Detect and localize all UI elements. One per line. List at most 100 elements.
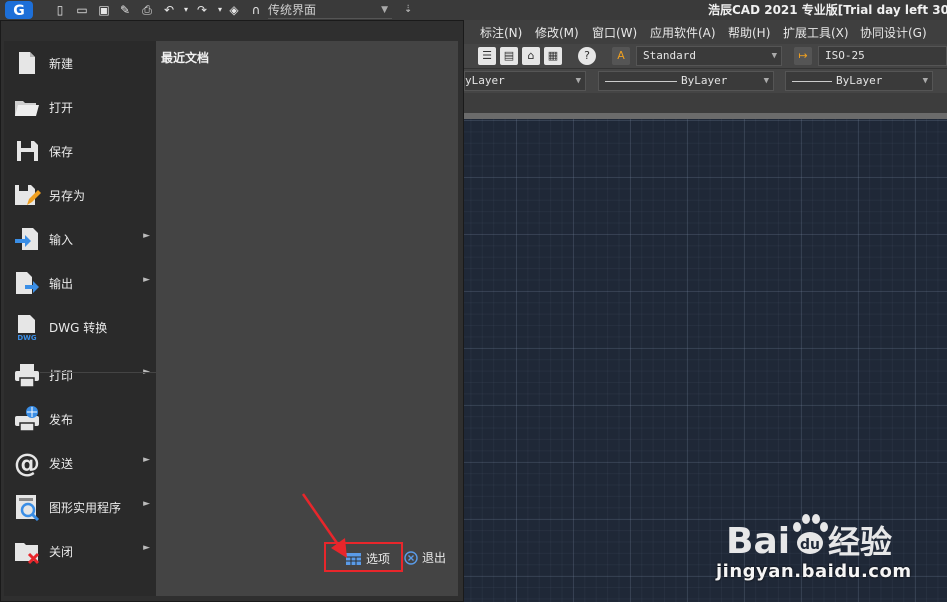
menu-import-label: 输入 (49, 233, 74, 247)
redo-icon[interactable]: ↷ (194, 2, 210, 18)
export-icon (16, 272, 39, 294)
menu-modify[interactable]: 修改(M) (535, 24, 579, 41)
properties-toolbar: yLayer ▼ ByLayer ▼ ByLayer ▼ (464, 69, 947, 93)
new-file-icon (19, 52, 35, 74)
open-folder-icon (15, 101, 39, 116)
workspace-icon[interactable]: ∩ (248, 2, 264, 18)
menu-new[interactable]: 新建 (4, 41, 156, 85)
linetype-value: ByLayer (681, 74, 728, 87)
dimension-style-icon[interactable]: ↦ (794, 47, 812, 65)
menu-save-as-label: 另存为 (49, 189, 86, 203)
tool-palette-icon[interactable]: ⌂ (522, 47, 540, 65)
menu-print[interactable]: 打印 ► (4, 353, 156, 397)
annotation-arrow (301, 493, 347, 558)
menu-window[interactable]: 窗口(W) (592, 24, 637, 41)
save-as-icon[interactable]: ✎ (117, 2, 133, 18)
exit-label: 退出 (422, 551, 447, 565)
svg-text:G: G (13, 3, 25, 19)
chevron-down-icon: ▼ (763, 76, 769, 86)
save-icon[interactable]: ▣ (96, 2, 112, 18)
lineweight-value: ByLayer (836, 74, 883, 87)
svg-text:@: @ (14, 449, 40, 477)
app-menu-list: 新建 打开 保存 另存为 输入 ► 输出 ► DWG DWG 转换 打印 发布 … (4, 41, 156, 596)
design-center-icon[interactable]: ▤ (500, 47, 518, 65)
menu-dwg-convert-label: DWG 转换 (49, 321, 108, 335)
menu-new-label: 新建 (49, 57, 74, 71)
open-icon[interactable]: ▭ (74, 2, 90, 18)
menu-divider (40, 372, 156, 373)
menu-open[interactable]: 打开 (4, 85, 156, 129)
chevron-right-icon: ► (143, 455, 150, 465)
svg-text:du: du (800, 537, 820, 553)
text-style-icon[interactable]: A (612, 47, 630, 65)
exit-icon (404, 551, 418, 565)
text-style-select[interactable]: Standard ▼ (636, 46, 782, 66)
menu-publish-label: 发布 (49, 413, 74, 427)
standard-toolbar: ☰ ▤ ⌂ ▦ ? A Standard ▼ ↦ ISO-25 (464, 44, 947, 69)
chevron-down-icon: ▼ (922, 76, 928, 86)
layers-icon[interactable]: ◈ (226, 2, 242, 18)
import-icon (15, 228, 38, 250)
title-bar: G ▯ ▭ ▣ ✎ ⎙ ↶ ▾ ↷ ▾ ◈ ∩ 传统界面 ▼ ⇣ 浩辰CAD 2… (0, 0, 947, 20)
chevron-right-icon: ► (143, 231, 150, 241)
chevron-down-icon: ▼ (381, 5, 388, 15)
chevron-down-icon: ▼ (575, 76, 581, 86)
save-icon (17, 141, 38, 161)
menu-close-label: 关闭 (49, 545, 74, 559)
layer-select[interactable]: yLayer ▼ (464, 71, 586, 91)
dwg-convert-icon: DWG (13, 315, 41, 341)
publish-icon (15, 406, 39, 432)
menu-drawing-utilities-label: 图形实用程序 (49, 501, 122, 515)
workspace-value: 传统界面 (268, 3, 317, 17)
application-menu: 新建 打开 保存 另存为 输入 ► 输出 ► DWG DWG 转换 打印 发布 … (0, 20, 464, 602)
help-icon[interactable]: ? (578, 47, 596, 65)
print-icon[interactable]: ⎙ (139, 2, 155, 18)
menu-send-label: 发送 (49, 457, 74, 471)
save-as-icon (15, 185, 41, 205)
linetype-select[interactable]: ByLayer ▼ (598, 71, 774, 91)
menu-help[interactable]: 帮助(H) (728, 24, 770, 41)
chevron-right-icon: ► (143, 499, 150, 509)
svg-text:经验: 经验 (828, 523, 892, 561)
menu-open-label: 打开 (49, 101, 74, 115)
calculator-icon[interactable]: ▦ (544, 47, 562, 65)
menu-applications[interactable]: 应用软件(A) (650, 24, 716, 41)
exit-button[interactable]: 退出 (404, 548, 460, 568)
linetype-preview (605, 80, 677, 82)
close-file-icon (15, 543, 40, 565)
menu-extended-tools[interactable]: 扩展工具(X) (783, 24, 849, 41)
chevron-right-icon: ► (143, 275, 150, 285)
watermark-url: jingyan.baidu.com (716, 561, 912, 582)
dimension-style-select[interactable]: ISO-25 (818, 46, 947, 66)
menu-dwg-convert[interactable]: DWG DWG 转换 (4, 305, 156, 349)
menu-publish[interactable]: 发布 (4, 397, 156, 441)
menu-send[interactable]: @ 发送 ► (4, 441, 156, 485)
menu-export-label: 输出 (49, 277, 74, 291)
svg-text:Bai: Bai (726, 521, 790, 562)
lineweight-select[interactable]: ByLayer ▼ (785, 71, 933, 91)
menu-drawing-utilities[interactable]: 图形实用程序 ► (4, 485, 156, 529)
undo-dropdown-icon[interactable]: ▾ (178, 2, 194, 18)
layer-value: yLayer (465, 74, 505, 87)
menu-bar: 标注(N) 修改(M) 窗口(W) 应用软件(A) 帮助(H) 扩展工具(X) … (464, 20, 947, 44)
workspace-select[interactable]: 传统界面 ▼ (268, 1, 392, 19)
menu-collaborative-design[interactable]: 协同设计(G) (860, 24, 927, 41)
recent-documents-title: 最近文档 (161, 51, 210, 65)
drawing-utilities-icon (16, 495, 40, 521)
svg-text:DWG: DWG (17, 334, 37, 341)
customize-quick-access-icon[interactable]: ⇣ (404, 0, 412, 20)
app-logo[interactable]: G (2, 0, 42, 20)
text-style-value: Standard (643, 49, 696, 62)
menu-import[interactable]: 输入 ► (4, 217, 156, 261)
menu-save[interactable]: 保存 (4, 129, 156, 173)
tab-strip (464, 93, 947, 113)
menu-export[interactable]: 输出 ► (4, 261, 156, 305)
menu-save-as[interactable]: 另存为 (4, 173, 156, 217)
menu-close[interactable]: 关闭 ► (4, 529, 156, 573)
properties-icon[interactable]: ☰ (478, 47, 496, 65)
undo-icon[interactable]: ↶ (161, 2, 177, 18)
new-icon[interactable]: ▯ (52, 2, 68, 18)
window-title: 浩辰CAD 2021 专业版[Trial day left 30] - [Dra (708, 3, 947, 17)
canvas-header (464, 113, 947, 119)
menu-dimension[interactable]: 标注(N) (480, 24, 522, 41)
